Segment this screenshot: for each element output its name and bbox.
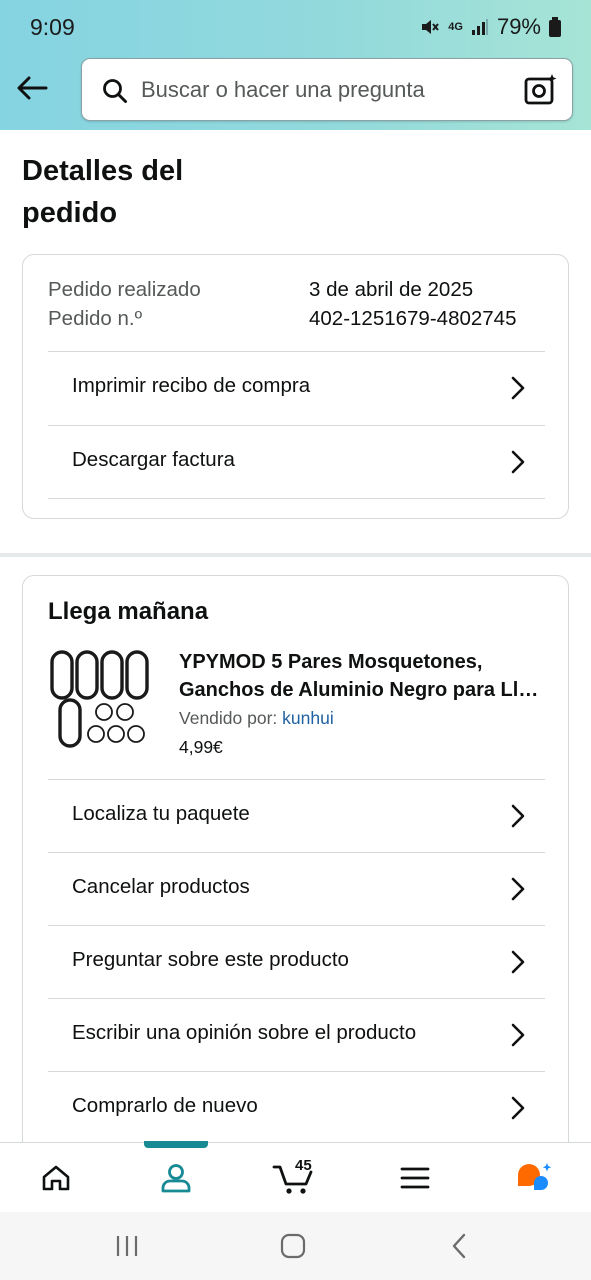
- home-button[interactable]: [268, 1230, 318, 1262]
- nav-rufus[interactable]: [494, 1143, 574, 1213]
- buy-again-label: Comprarlo de nuevo: [72, 1094, 258, 1117]
- sold-by-label: Vendido por:: [179, 708, 278, 728]
- chevron-right-icon: [511, 950, 525, 974]
- cart-count-badge: 45: [295, 1157, 312, 1174]
- battery-icon: [549, 17, 561, 37]
- order-date-label: Pedido realizado: [48, 278, 201, 301]
- order-number-label: Pedido n.º: [48, 307, 143, 330]
- delivery-status-heading: Llega mañana: [48, 598, 209, 625]
- section-separator: [0, 553, 591, 557]
- chevron-right-icon: [511, 450, 525, 474]
- nav-account[interactable]: [136, 1143, 216, 1213]
- system-navigation-bar: [0, 1212, 591, 1280]
- seller-link[interactable]: kunhui: [282, 708, 334, 728]
- write-review-link[interactable]: Escribir una opinión sobre el producto: [48, 999, 545, 1071]
- user-icon: [161, 1164, 191, 1193]
- sold-by: Vendido por: kunhui: [179, 708, 334, 729]
- order-info-card: Pedido realizado 3 de abril de 2025 Pedi…: [22, 254, 569, 519]
- top-header: 9:09 4G 79%: [0, 0, 591, 130]
- hamburger-menu-icon: [400, 1167, 430, 1189]
- buy-again-link[interactable]: Comprarlo de nuevo: [48, 1072, 545, 1144]
- order-number-value: 402-1251679-4802745: [309, 307, 517, 330]
- cancel-items-label: Cancelar productos: [72, 875, 250, 898]
- chevron-right-icon: [511, 376, 525, 400]
- download-invoice-label: Descargar factura: [72, 448, 235, 471]
- battery-percent: 79%: [496, 14, 541, 39]
- track-package-link[interactable]: Localiza tu paquete: [48, 780, 545, 852]
- order-date-value: 3 de abril de 2025: [309, 278, 474, 301]
- chevron-right-icon: [511, 1023, 525, 1047]
- chevron-right-icon: [511, 804, 525, 828]
- page-title: Detalles del pedido: [22, 155, 184, 229]
- home-square-icon: [280, 1233, 306, 1259]
- system-back-button[interactable]: [434, 1230, 484, 1262]
- search-icon: [103, 79, 127, 103]
- track-package-label: Localiza tu paquete: [72, 802, 250, 825]
- arrow-left-icon: [17, 76, 48, 100]
- recent-apps-button[interactable]: [102, 1230, 152, 1262]
- search-bar[interactable]: [81, 58, 573, 121]
- bottom-navigation: 45: [0, 1141, 591, 1213]
- chevron-right-icon: [511, 1096, 525, 1120]
- download-invoice-link[interactable]: Descargar factura: [48, 426, 545, 498]
- divider: [48, 498, 545, 499]
- recent-apps-icon: [116, 1236, 138, 1256]
- signal-icon: [471, 19, 488, 35]
- print-receipt-label: Imprimir recibo de compra: [72, 374, 311, 397]
- system-back-icon: [452, 1233, 466, 1259]
- ask-product-link[interactable]: Preguntar sobre este producto: [48, 926, 545, 998]
- cancel-items-link[interactable]: Cancelar productos: [48, 853, 545, 925]
- write-review-label: Escribir una opinión sobre el producto: [72, 1021, 417, 1044]
- nav-menu[interactable]: [375, 1143, 455, 1213]
- camera-sparkle-icon[interactable]: [524, 73, 558, 107]
- print-receipt-link[interactable]: Imprimir recibo de compra: [48, 352, 545, 424]
- product-title[interactable]: YPYMOD 5 Pares Mosquetones, Ganchos de A…: [179, 648, 549, 704]
- chevron-right-icon: [511, 877, 525, 901]
- status-icons: 4G 79%: [420, 14, 561, 40]
- home-icon: [42, 1165, 70, 1191]
- product-price: 4,99€: [179, 737, 223, 757]
- rufus-ai-icon: [518, 1163, 552, 1190]
- status-time: 9:09: [30, 14, 75, 40]
- nav-cart[interactable]: 45: [254, 1143, 334, 1213]
- network-type: 4G: [448, 20, 463, 33]
- ask-product-label: Preguntar sobre este producto: [72, 948, 349, 971]
- mute-icon: [422, 20, 440, 34]
- back-button[interactable]: [14, 70, 50, 106]
- product-title-line2: Ganchos de Aluminio Negro para Llaves: [179, 679, 549, 701]
- search-input[interactable]: [141, 71, 511, 109]
- product-title-line1: YPYMOD 5 Pares Mosquetones,: [179, 651, 483, 673]
- nav-home[interactable]: [16, 1143, 96, 1213]
- product-image[interactable]: [48, 648, 152, 748]
- shipment-card: Llega mañana YPYMOD 5 Pares Mosquetones,…: [22, 575, 569, 1155]
